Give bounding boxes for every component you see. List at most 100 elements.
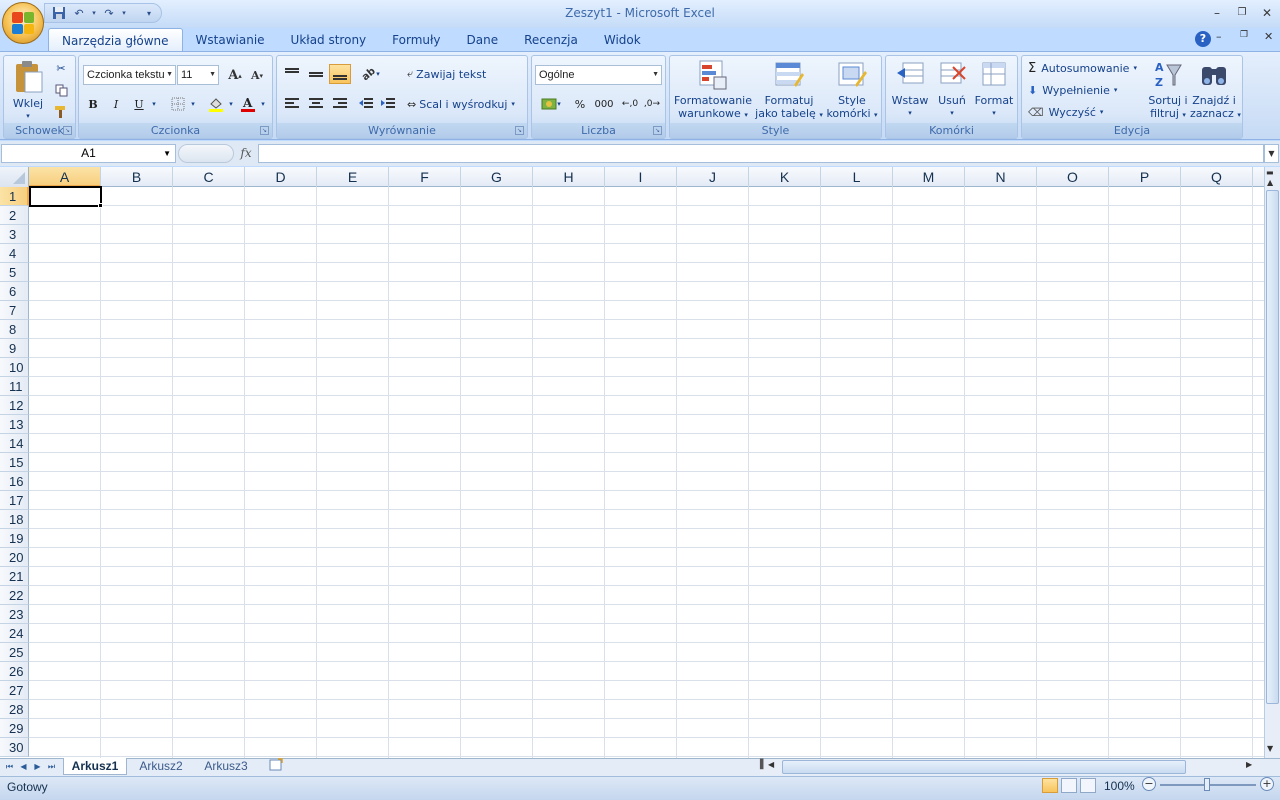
align-left-icon[interactable]	[281, 94, 303, 114]
zoom-slider-thumb[interactable]	[1204, 778, 1210, 791]
expand-formula-bar-icon[interactable]: ▼	[1264, 144, 1279, 163]
first-sheet-icon[interactable]: ⏮	[3, 760, 16, 773]
merge-center-button[interactable]: ⇔ Scal i wyśrodkuj ▾	[407, 94, 525, 114]
thousands-button[interactable]: 000	[592, 94, 616, 114]
row-header-21[interactable]: 21	[0, 567, 29, 586]
column-header-a[interactable]: A	[29, 167, 101, 187]
column-header-c[interactable]: C	[173, 167, 245, 187]
row-header-22[interactable]: 22	[0, 586, 29, 605]
tab-data[interactable]: Dane	[454, 28, 512, 52]
align-middle-icon[interactable]	[305, 64, 327, 84]
row-header-3[interactable]: 3	[0, 225, 29, 244]
scroll-down-icon[interactable]: ▼	[1267, 744, 1273, 753]
increase-decimal-icon[interactable]: ←,0	[620, 94, 640, 114]
zoom-level[interactable]: 100%	[1104, 779, 1135, 793]
row-header-5[interactable]: 5	[0, 263, 29, 282]
delete-cells-button[interactable]: Usuń ▾	[932, 59, 972, 121]
fill-button[interactable]: ⬇ Wypełnienie ▾	[1028, 80, 1146, 100]
row-header-14[interactable]: 14	[0, 434, 29, 453]
row-header-9[interactable]: 9	[0, 339, 29, 358]
column-header-d[interactable]: D	[245, 167, 317, 187]
alignment-launcher-icon[interactable]: ↘	[515, 126, 524, 135]
close-icon[interactable]: ✕	[1256, 4, 1278, 22]
formula-splitter[interactable]	[178, 144, 234, 163]
office-button[interactable]	[2, 2, 44, 44]
align-center-icon[interactable]	[305, 94, 327, 114]
merge-dropdown-icon[interactable]: ▾	[511, 100, 515, 108]
row-header-11[interactable]: 11	[0, 377, 29, 396]
horizontal-scroll-thumb[interactable]	[782, 760, 1186, 774]
zoom-out-icon[interactable]: −	[1142, 777, 1156, 791]
align-top-icon[interactable]	[281, 64, 303, 84]
name-box[interactable]: A1 ▼	[1, 144, 176, 163]
last-sheet-icon[interactable]: ⏭	[45, 760, 58, 773]
split-box-icon[interactable]: ▬	[1266, 168, 1274, 177]
decrease-decimal-icon[interactable]: ,0→	[642, 94, 662, 114]
row-header-30[interactable]: 30	[0, 738, 29, 757]
page-layout-view-icon[interactable]	[1061, 778, 1077, 793]
borders-dropdown-icon[interactable]: ▾	[189, 94, 197, 114]
fill-color-icon[interactable]	[205, 94, 227, 114]
formula-input[interactable]	[258, 144, 1264, 163]
select-all-button[interactable]	[0, 167, 29, 187]
column-header-i[interactable]: I	[605, 167, 677, 187]
row-header-12[interactable]: 12	[0, 396, 29, 415]
row-header-27[interactable]: 27	[0, 681, 29, 700]
tab-home[interactable]: Narzędzia główne	[48, 28, 183, 52]
font-launcher-icon[interactable]: ↘	[260, 126, 269, 135]
sheet-tab-arkusz2[interactable]: Arkusz2	[131, 758, 191, 775]
column-header-f[interactable]: F	[389, 167, 461, 187]
autosum-button[interactable]: Σ Autosumowanie ▾	[1028, 58, 1146, 78]
tab-split-icon[interactable]: ▌	[760, 760, 767, 770]
number-launcher-icon[interactable]: ↘	[653, 126, 662, 135]
decrease-indent-icon[interactable]	[355, 94, 377, 114]
font-color-dropdown-icon[interactable]: ▾	[259, 94, 267, 114]
row-header-18[interactable]: 18	[0, 510, 29, 529]
row-header-16[interactable]: 16	[0, 472, 29, 491]
row-header-25[interactable]: 25	[0, 643, 29, 662]
active-cell[interactable]	[29, 186, 102, 207]
column-header-j[interactable]: J	[677, 167, 749, 187]
row-header-1[interactable]: 1	[0, 187, 29, 206]
format-cells-button[interactable]: Format ▾	[974, 59, 1014, 121]
borders-icon[interactable]	[167, 94, 189, 114]
minimize-icon[interactable]: –	[1206, 4, 1228, 22]
zoom-in-icon[interactable]: +	[1260, 777, 1274, 791]
column-header-l[interactable]: L	[821, 167, 893, 187]
grow-font-icon[interactable]: A ▴	[225, 65, 245, 85]
font-size-dropdown-icon[interactable]: ▼	[209, 66, 216, 84]
orientation-icon[interactable]: ab ▾	[357, 64, 385, 84]
row-header-20[interactable]: 20	[0, 548, 29, 567]
column-header-h[interactable]: H	[533, 167, 605, 187]
normal-view-icon[interactable]	[1042, 778, 1058, 793]
insert-sheet-icon[interactable]	[264, 758, 288, 775]
italic-button[interactable]: I	[106, 94, 126, 114]
column-header-m[interactable]: M	[893, 167, 965, 187]
name-box-dropdown-icon[interactable]: ▼	[163, 145, 171, 162]
row-header-8[interactable]: 8	[0, 320, 29, 339]
shrink-font-icon[interactable]: A ▾	[247, 65, 267, 85]
font-name-dropdown-icon[interactable]: ▼	[164, 66, 173, 84]
sort-filter-button[interactable]: AZ Sortuj i filtruj ▾	[1147, 59, 1189, 121]
bold-button[interactable]: B	[83, 94, 103, 114]
column-header-e[interactable]: E	[317, 167, 389, 187]
ribbon-minimize-icon[interactable]: –	[1216, 30, 1222, 43]
currency-icon[interactable]: ▾	[535, 94, 567, 114]
page-break-view-icon[interactable]	[1080, 778, 1096, 793]
row-header-23[interactable]: 23	[0, 605, 29, 624]
column-header-b[interactable]: B	[101, 167, 173, 187]
tab-insert[interactable]: Wstawianie	[183, 28, 278, 52]
row-header-13[interactable]: 13	[0, 415, 29, 434]
number-format-combo[interactable]: Ogólne ▼	[535, 65, 662, 85]
format-as-table-button[interactable]: Formatuj jako tabelę ▾	[754, 59, 824, 121]
insert-cells-button[interactable]: Wstaw ▾	[890, 59, 930, 121]
column-header-p[interactable]: P	[1109, 167, 1181, 187]
cell-styles-button[interactable]: Style komórki ▾	[824, 59, 880, 121]
insert-function-button[interactable]: fx	[236, 144, 256, 163]
find-select-button[interactable]: Znajdź i zaznacz ▾	[1190, 59, 1241, 121]
row-header-7[interactable]: 7	[0, 301, 29, 320]
vertical-scroll-thumb[interactable]	[1266, 190, 1279, 704]
wrap-text-button[interactable]: ⤶ Zawijaj tekst	[407, 64, 497, 84]
row-header-24[interactable]: 24	[0, 624, 29, 643]
restore-icon[interactable]: ❐	[1231, 4, 1253, 22]
